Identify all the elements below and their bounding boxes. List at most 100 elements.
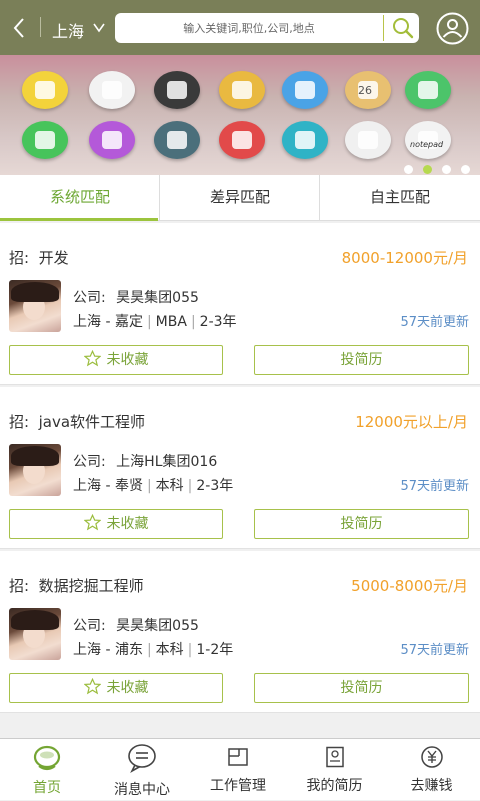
nav-label: 我的简历 [306, 778, 363, 794]
city-selector[interactable]: 上海 [52, 18, 84, 42]
apply-button[interactable]: 投简历 [254, 345, 469, 375]
user-profile-icon[interactable] [436, 12, 469, 45]
company-name: 公司: 昊昊集团055 [73, 287, 199, 307]
apply-button[interactable]: 投简历 [254, 509, 469, 539]
job-meta: 上海 - 嘉定 | MBA | 2-3年 [73, 314, 237, 330]
nav-label: 工作管理 [210, 778, 266, 794]
company-text: 上海HL集团016 [116, 454, 218, 470]
gallery-icon [405, 71, 451, 109]
message-icon [89, 121, 135, 159]
job-title: 招: 数据挖掘工程师 [9, 575, 144, 596]
update-time: 57天前更新 [400, 315, 469, 330]
settings-icon [154, 121, 200, 159]
experience: 2-3年 [196, 478, 234, 494]
update-time: 57天前更新 [400, 479, 469, 494]
job-card[interactable]: 招: 开发 8000-12000元/月 公司: 昊昊集团055 上海 - 嘉定 |… [0, 223, 480, 385]
phone-icon [22, 121, 68, 159]
weather-icon [282, 71, 328, 109]
job-card[interactable]: 招: java软件工程师 12000元以上/月 公司: 上海HL集团016 上海… [0, 387, 480, 549]
tab-difference-match[interactable]: 差异匹配 [160, 175, 320, 221]
search-bar [115, 13, 419, 43]
update-time: 57天前更新 [400, 643, 469, 658]
nav-item-job-management[interactable]: 工作管理 [190, 739, 286, 801]
company-text: 昊昊集团055 [116, 290, 199, 306]
match-tabs: 系统匹配 差异匹配 自主匹配 [0, 175, 480, 221]
tab-system-match[interactable]: 系统匹配 [0, 175, 160, 221]
active-tab-indicator [0, 218, 158, 221]
shopping-bag-icon [219, 71, 265, 109]
job-title-prefix: 招: [9, 577, 30, 595]
company-avatar [9, 444, 61, 496]
company-label: 公司: [73, 454, 106, 470]
job-title-text: 开发 [38, 249, 69, 267]
star-icon [83, 678, 101, 695]
clock-icon [154, 71, 200, 109]
favorite-button[interactable]: 未收藏 [9, 345, 223, 375]
company-label: 公司: [73, 290, 106, 306]
favorite-label: 未收藏 [106, 352, 149, 368]
camera-icon [89, 71, 135, 109]
salary-range: 8000-12000元/月 [341, 249, 468, 267]
job-meta: 上海 - 奉贤 | 本科 | 2-3年 [73, 478, 234, 494]
company-avatar [9, 280, 61, 332]
experience: 2-3年 [199, 314, 237, 330]
video-icon [282, 121, 328, 159]
carousel-dot[interactable] [423, 165, 432, 174]
company-name: 公司: 上海HL集团016 [73, 451, 217, 471]
job-meta: 上海 - 浦东 | 本科 | 1-2年 [73, 642, 234, 658]
carousel-dot[interactable] [461, 165, 470, 174]
job-title: 招: java软件工程师 [9, 411, 145, 432]
education: MBA [155, 314, 187, 330]
nav-item-my-resume[interactable]: 我的简历 [286, 739, 383, 801]
search-icon[interactable] [391, 16, 415, 40]
favorite-label: 未收藏 [106, 516, 149, 532]
header-divider [40, 17, 41, 37]
home-icon [33, 745, 61, 771]
bookmark-icon [345, 121, 391, 159]
star-icon [83, 514, 101, 531]
resume-icon [325, 746, 344, 768]
search-input[interactable] [115, 13, 383, 43]
education: 本科 [155, 478, 184, 494]
job-title-prefix: 招: [9, 413, 30, 431]
promo-banner[interactable]: 26 notepad [0, 55, 480, 175]
apply-button[interactable]: 投简历 [254, 673, 469, 703]
location: 上海 - 嘉定 [73, 314, 143, 330]
bottom-nav: 首页 消息中心 工作管理 我的简历 去赚钱 [0, 738, 480, 800]
notepad-label-text: notepad [410, 140, 444, 149]
favorite-label: 未收藏 [106, 680, 149, 696]
job-manage-icon [228, 748, 248, 766]
nav-item-messages[interactable]: 消息中心 [94, 739, 190, 801]
back-arrow-icon[interactable] [10, 16, 30, 40]
top-bar: 上海 [0, 0, 480, 55]
carousel-dot[interactable] [404, 165, 413, 174]
salary-range: 12000元以上/月 [355, 413, 468, 431]
company-avatar [9, 608, 61, 660]
job-title: 招: 开发 [9, 247, 69, 268]
job-title-text: java软件工程师 [38, 413, 146, 431]
salary-range: 5000-8000元/月 [351, 577, 468, 595]
carousel-dot[interactable] [442, 165, 451, 174]
support-icon [219, 121, 265, 159]
tab-custom-match[interactable]: 自主匹配 [320, 175, 480, 221]
nav-label: 首页 [33, 780, 61, 796]
search-divider [383, 15, 384, 41]
carousel-dots[interactable] [394, 159, 470, 174]
education: 本科 [155, 642, 184, 658]
job-card[interactable]: 招: 数据挖掘工程师 5000-8000元/月 公司: 昊昊集团055 上海 -… [0, 551, 480, 713]
earn-money-icon [420, 746, 443, 768]
favorite-button[interactable]: 未收藏 [9, 673, 223, 703]
nav-label: 消息中心 [114, 782, 170, 798]
experience: 1-2年 [196, 642, 234, 658]
nav-item-earn-money[interactable]: 去赚钱 [383, 739, 480, 801]
calendar-day-text: 26 [358, 84, 372, 97]
location: 上海 - 浦东 [73, 642, 143, 658]
message-center-icon [128, 744, 156, 773]
nav-label: 去赚钱 [410, 778, 453, 794]
chevron-down-icon[interactable] [92, 20, 106, 34]
calculator-icon [22, 71, 68, 109]
company-name: 公司: 昊昊集团055 [73, 615, 199, 635]
favorite-button[interactable]: 未收藏 [9, 509, 223, 539]
job-title-text: 数据挖掘工程师 [38, 577, 144, 595]
nav-item-home[interactable]: 首页 [0, 739, 94, 801]
